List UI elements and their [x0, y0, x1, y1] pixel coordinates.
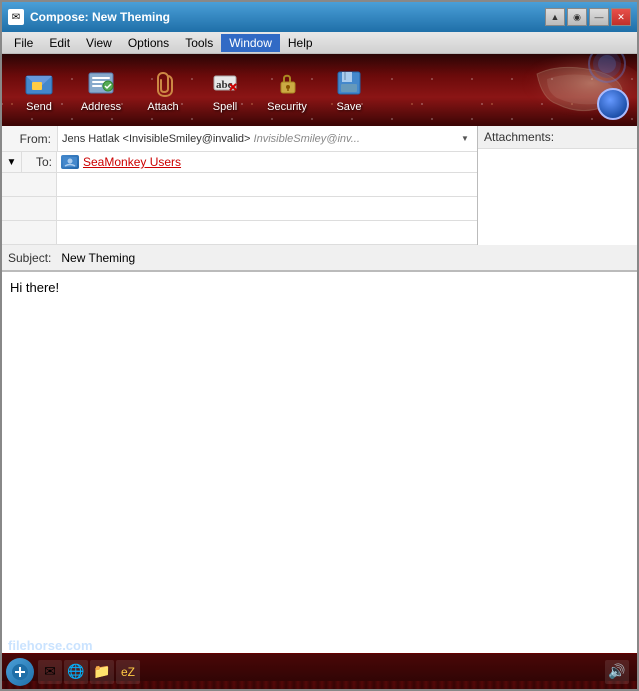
- to-field[interactable]: SeaMonkey Users: [57, 152, 477, 172]
- recipient-name[interactable]: SeaMonkey Users: [83, 155, 181, 169]
- header-fields: From: Jens Hatlak <InvisibleSmiley@inval…: [2, 126, 477, 245]
- subject-label: Subject:: [2, 251, 57, 265]
- subject-input[interactable]: [57, 251, 637, 265]
- titlebar-controls: ▲ ◉ — ✕: [545, 8, 631, 26]
- attach-button[interactable]: Attach: [134, 59, 192, 121]
- to-row: ▼ To: SeaMonkey Users: [2, 152, 477, 173]
- empty-left-1: [2, 173, 57, 196]
- taskbar-volume[interactable]: 🔊: [605, 660, 629, 684]
- filehorse-com: .com: [62, 638, 92, 653]
- attachments-content: [478, 149, 637, 245]
- recipient-icon: [61, 155, 79, 169]
- attachments-label: Attachments:: [478, 126, 637, 149]
- taskbar-monkey[interactable]: eZ: [116, 660, 140, 684]
- send-label: Send: [26, 101, 52, 113]
- from-row: From: Jens Hatlak <InvisibleSmiley@inval…: [2, 126, 477, 152]
- address-icon: [85, 67, 117, 99]
- body-text: Hi there!: [10, 280, 59, 295]
- address-button[interactable]: Address: [72, 59, 130, 121]
- taskbar-email[interactable]: ✉: [38, 660, 62, 684]
- window-icon: ✉: [8, 9, 24, 25]
- window: ✉ Compose: New Theming ▲ ◉ — ✕ File Edit…: [0, 0, 639, 691]
- attach-icon: [147, 67, 179, 99]
- taskbar-right: 🔊: [605, 660, 633, 684]
- save-button[interactable]: Save: [320, 59, 378, 121]
- from-name: Jens Hatlak <InvisibleSmiley@invalid>: [62, 133, 250, 145]
- spell-label: Spell: [213, 101, 237, 113]
- attachments-panel: Attachments:: [477, 126, 637, 245]
- empty-right-3: [57, 221, 477, 244]
- taskbar: ✉ 🌐 📁 eZ 🔊: [2, 653, 637, 689]
- security-label: Security: [267, 101, 307, 113]
- menu-window[interactable]: Window: [221, 34, 280, 52]
- close-button[interactable]: ✕: [611, 8, 631, 26]
- send-icon: [23, 67, 55, 99]
- security-icon: [271, 67, 303, 99]
- from-value-wrap: Jens Hatlak <InvisibleSmiley@invalid> In…: [57, 126, 477, 151]
- from-dropdown-button[interactable]: ▼: [457, 126, 473, 151]
- to-label: To:: [22, 152, 57, 172]
- empty-right-1: [57, 173, 477, 196]
- menubar: File Edit View Options Tools Window Help: [2, 32, 637, 54]
- menu-file[interactable]: File: [6, 34, 41, 52]
- window-title: Compose: New Theming: [30, 10, 170, 24]
- menu-help[interactable]: Help: [280, 34, 321, 52]
- from-value: Jens Hatlak <InvisibleSmiley@invalid> In…: [62, 133, 457, 145]
- send-button[interactable]: Send: [10, 59, 68, 121]
- filehorse-text: filehorse: [8, 638, 62, 653]
- menu-edit[interactable]: Edit: [41, 34, 78, 52]
- empty-left-3: [2, 221, 57, 244]
- start-button[interactable]: [6, 658, 34, 686]
- security-button[interactable]: Security: [258, 59, 316, 121]
- taskbar-items: ✉ 🌐 📁 eZ: [38, 660, 140, 684]
- empty-row-1: [2, 173, 477, 197]
- menu-options[interactable]: Options: [120, 34, 177, 52]
- from-email-gray: InvisibleSmiley@inv...: [254, 133, 360, 145]
- empty-row-2: [2, 197, 477, 221]
- filehorse-watermark: filehorse.com: [8, 638, 93, 653]
- header-and-attachments: From: Jens Hatlak <InvisibleSmiley@inval…: [2, 126, 637, 245]
- menu-view[interactable]: View: [78, 34, 120, 52]
- spell-button[interactable]: abc Spell: [196, 59, 254, 121]
- compose-area: From: Jens Hatlak <InvisibleSmiley@inval…: [2, 126, 637, 653]
- taskbar-files[interactable]: 📁: [90, 660, 114, 684]
- titlebar-left: ✉ Compose: New Theming: [8, 9, 170, 25]
- empty-row-3: [2, 221, 477, 245]
- save-label: Save: [336, 101, 361, 113]
- compose-body[interactable]: Hi there!: [2, 271, 637, 653]
- empty-right-2: [57, 197, 477, 220]
- empty-left-2: [2, 197, 57, 220]
- to-toggle[interactable]: ▼: [2, 152, 22, 172]
- taskbar-browser[interactable]: 🌐: [64, 660, 88, 684]
- save-icon: [333, 67, 365, 99]
- restore-button[interactable]: ◉: [567, 8, 587, 26]
- globe-icon: [597, 88, 629, 120]
- spell-icon: abc: [209, 67, 241, 99]
- minimize-button[interactable]: ▲: [545, 8, 565, 26]
- menu-tools[interactable]: Tools: [177, 34, 221, 52]
- toolbar: Send Address Attach abc Spell Security: [2, 54, 637, 126]
- address-label: Address: [81, 101, 121, 113]
- maximize-button[interactable]: —: [589, 8, 609, 26]
- from-label: From:: [2, 132, 57, 146]
- attach-label: Attach: [147, 101, 178, 113]
- titlebar: ✉ Compose: New Theming ▲ ◉ — ✕: [2, 2, 637, 32]
- subject-row: Subject:: [2, 245, 637, 271]
